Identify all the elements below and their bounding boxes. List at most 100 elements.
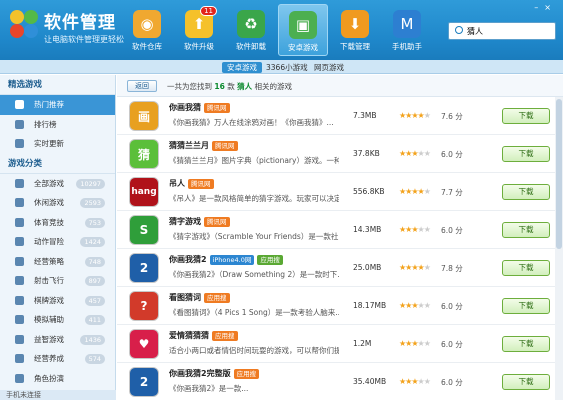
nav-disc[interactable]: ◉ 软件仓库 [122, 4, 172, 56]
plane-icon [15, 276, 24, 285]
nav-recycle[interactable]: ♻ 软件卸载 [226, 4, 276, 56]
download-button[interactable]: 下载 [502, 108, 550, 124]
download-button[interactable]: 下载 [502, 374, 550, 390]
phone-status: 手机未连接 [0, 390, 116, 400]
app-icon[interactable]: 猜 [129, 139, 159, 169]
app-description: 适合小两口或者情侣时间玩耍的游戏，可以帮你们提高2个人... [169, 346, 339, 355]
app-title[interactable]: 你画我猜2 [169, 255, 207, 264]
nav-upgrade[interactable]: ⬆ 11 软件升级 [174, 4, 224, 56]
chess-icon [15, 256, 24, 266]
subtab-web[interactable]: 网页游戏 [314, 62, 344, 73]
nav-label: 下载管理 [340, 42, 370, 51]
app-icon[interactable]: 画 [129, 101, 159, 131]
sidebar-item-category[interactable]: 全部游戏 10297 [0, 174, 115, 194]
sidebar-item-label: 实时更新 [34, 139, 64, 148]
app-title[interactable]: 猜猜兰兰月 [169, 141, 209, 150]
app-name[interactable]: 你画我猜2完整版 应用搜 [169, 368, 260, 379]
sub-toolbar: 安卓游戏 3366小游戏 网页游戏 [0, 60, 563, 74]
featured-list: 热门推荐 排行榜实时更新 [0, 95, 115, 154]
app-title[interactable]: 猜字游戏 [169, 217, 201, 226]
sidebar-item-category[interactable]: 模拟辅助 411 [0, 310, 115, 330]
window-controls[interactable]: –× [534, 3, 557, 12]
result-keyword: 猜人 [237, 82, 253, 91]
app-title[interactable]: 你画我猜 [169, 103, 201, 112]
download-button[interactable]: 下载 [502, 146, 550, 162]
app-name[interactable]: 爱情猜猜猜 应用搜 [169, 330, 238, 341]
search-box[interactable] [448, 22, 556, 40]
app-icon[interactable]: ? [129, 291, 159, 321]
result-bar: 返回 一共为您找到 16 款 猜人 相关的游戏 [117, 75, 563, 97]
star-icon: ★ [423, 263, 431, 272]
rating-stars: ★★★★★ [399, 225, 431, 234]
app-name[interactable]: 猜字游戏 腾讯网 [169, 216, 230, 227]
sidebar-item-category[interactable]: 角色扮演 [0, 369, 115, 389]
back-button[interactable]: 返回 [127, 80, 157, 92]
phone-assistant-icon: M [393, 10, 421, 38]
app-size: 35.40MB [353, 377, 387, 386]
app-title[interactable]: 看图猜词 [169, 293, 201, 302]
sidebar-item-category[interactable]: 经营策略 748 [0, 252, 115, 272]
app-icon[interactable]: S [129, 215, 159, 245]
subtab-3366[interactable]: 3366小游戏 [266, 62, 308, 73]
subtab-android[interactable]: 安卓游戏 [222, 62, 262, 73]
download-button[interactable]: 下载 [502, 298, 550, 314]
app-icon[interactable]: ♥ [129, 329, 159, 359]
cards-icon [15, 295, 24, 305]
sidebar-item-category[interactable]: 经营养成 574 [0, 349, 115, 369]
download-button[interactable]: 下载 [502, 336, 550, 352]
sidebar-item-featured[interactable]: 排行榜 [0, 115, 115, 135]
grid-icon [15, 178, 24, 188]
source-tag: 应用搜 [212, 331, 238, 341]
leaf-icon [15, 354, 24, 363]
app-score: 6.0 分 [441, 226, 463, 235]
app-description: 《吊人》是一款风格简单的猜字游戏。玩家可以决定... [169, 194, 339, 203]
download-button[interactable]: 下载 [502, 260, 550, 276]
sidebar-item-category[interactable]: 棋牌游戏 457 [0, 291, 115, 311]
app-score: 6.0 分 [441, 150, 463, 159]
app-icon[interactable]: 2 [129, 253, 159, 283]
star-icon: ★ [423, 187, 431, 196]
star-icon: ★ [423, 377, 431, 386]
sidebar-item-label: 经营养成 [34, 354, 64, 363]
category-count: 753 [84, 217, 105, 228]
sidebar-item-category[interactable]: 益智游戏 1436 [0, 330, 115, 350]
sidebar-item-label: 益智游戏 [34, 334, 64, 344]
app-name[interactable]: 猜猜兰兰月 腾讯网 [169, 140, 238, 151]
sidebar-item-category[interactable]: 动作冒险 1424 [0, 232, 115, 252]
category-count: 748 [84, 256, 105, 267]
nav-label: 安卓游戏 [288, 43, 318, 52]
rating-stars: ★★★★★ [399, 149, 431, 158]
sidebar-item-label: 动作冒险 [34, 237, 64, 246]
app-row: S 猜字游戏 腾讯网 《猜字游戏》（Scramble Your Friends）是一款… [117, 211, 555, 249]
sidebar-item-featured[interactable]: 热门推荐 [0, 95, 115, 115]
search-icon[interactable] [455, 26, 463, 34]
nav-android-bag[interactable]: ▣ 安卓游戏 [278, 4, 328, 56]
app-score: 7.6 分 [441, 112, 463, 121]
app-score: 6.0 分 [441, 340, 463, 349]
mask-icon [15, 373, 24, 383]
sidebar-item-category[interactable]: 休闲游戏 2593 [0, 193, 115, 213]
nav-label: 软件仓库 [132, 42, 162, 51]
minimize-icon[interactable]: – [534, 3, 544, 12]
app-icon[interactable]: 2 [129, 367, 159, 397]
app-icon[interactable]: hang [129, 177, 159, 207]
download-button[interactable]: 下载 [502, 222, 550, 238]
app-name[interactable]: 吊人 腾讯网 [169, 178, 214, 189]
rating-stars: ★★★★★ [399, 263, 431, 272]
search-input[interactable] [467, 25, 553, 38]
sidebar-item-category[interactable]: 射击飞行 897 [0, 271, 115, 291]
download-button[interactable]: 下载 [502, 184, 550, 200]
sidebar-item-category[interactable]: 体育竞技 753 [0, 213, 115, 233]
app-title[interactable]: 你画我猜2完整版 [169, 369, 231, 378]
app-title[interactable]: 吊人 [169, 179, 185, 188]
sidebar-item-featured[interactable]: 实时更新 [0, 134, 115, 154]
app-name[interactable]: 你画我猜2 iPhone4.0网 应用搜 [169, 254, 283, 265]
app-name[interactable]: 看图猜词 应用搜 [169, 292, 230, 303]
app-title[interactable]: 爱情猜猜猜 [169, 331, 209, 340]
app-name[interactable]: 你画我猜 腾讯网 [169, 102, 230, 113]
nav-download[interactable]: ⬇ 下载管理 [330, 4, 380, 56]
scrollbar-thumb[interactable] [556, 99, 562, 249]
close-icon[interactable]: × [544, 3, 557, 12]
scrollbar[interactable] [555, 97, 563, 400]
nav-phone-assistant[interactable]: M 手机助手 [382, 4, 432, 56]
